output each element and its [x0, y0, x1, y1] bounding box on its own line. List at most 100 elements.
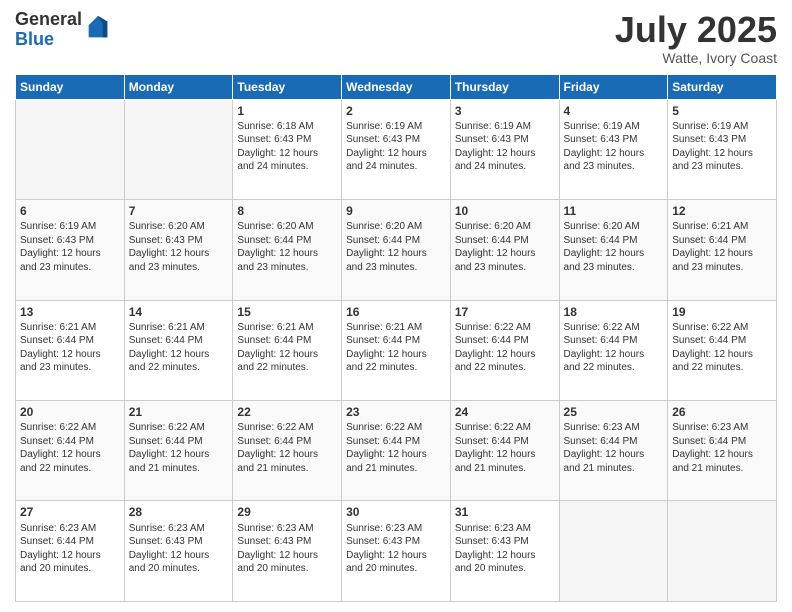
logo: General Blue	[15, 10, 112, 50]
day-number: 23	[346, 404, 446, 420]
table-row: 1Sunrise: 6:18 AM Sunset: 6:43 PM Daylig…	[233, 99, 342, 199]
location-subtitle: Watte, Ivory Coast	[615, 50, 777, 66]
calendar-week-row: 6Sunrise: 6:19 AM Sunset: 6:43 PM Daylig…	[16, 200, 777, 300]
day-info: Sunrise: 6:21 AM Sunset: 6:44 PM Dayligh…	[129, 321, 229, 375]
month-title: July 2025	[615, 10, 777, 50]
day-number: 2	[346, 103, 446, 119]
table-row: 8Sunrise: 6:20 AM Sunset: 6:44 PM Daylig…	[233, 200, 342, 300]
table-row: 12Sunrise: 6:21 AM Sunset: 6:44 PM Dayli…	[668, 200, 777, 300]
day-number: 11	[564, 203, 664, 219]
day-info: Sunrise: 6:19 AM Sunset: 6:43 PM Dayligh…	[20, 220, 120, 274]
day-number: 26	[672, 404, 772, 420]
day-info: Sunrise: 6:21 AM Sunset: 6:44 PM Dayligh…	[20, 321, 120, 375]
table-row: 3Sunrise: 6:19 AM Sunset: 6:43 PM Daylig…	[450, 99, 559, 199]
day-number: 28	[129, 504, 229, 520]
day-info: Sunrise: 6:21 AM Sunset: 6:44 PM Dayligh…	[346, 321, 446, 375]
day-number: 1	[237, 103, 337, 119]
day-info: Sunrise: 6:21 AM Sunset: 6:44 PM Dayligh…	[672, 220, 772, 274]
day-number: 5	[672, 103, 772, 119]
table-row: 22Sunrise: 6:22 AM Sunset: 6:44 PM Dayli…	[233, 401, 342, 501]
day-number: 18	[564, 304, 664, 320]
day-number: 3	[455, 103, 555, 119]
table-row	[124, 99, 233, 199]
day-number: 30	[346, 504, 446, 520]
day-info: Sunrise: 6:19 AM Sunset: 6:43 PM Dayligh…	[346, 120, 446, 174]
day-info: Sunrise: 6:19 AM Sunset: 6:43 PM Dayligh…	[672, 120, 772, 174]
table-row: 29 Sunrise: 6:23 AM Sunset: 6:43 PM Dayli…	[233, 501, 342, 602]
table-row: 6Sunrise: 6:19 AM Sunset: 6:43 PM Daylig…	[16, 200, 125, 300]
header: General Blue July 2025 Watte, Ivory Coas…	[15, 10, 777, 66]
table-row: 24Sunrise: 6:22 AM Sunset: 6:44 PM Dayli…	[450, 401, 559, 501]
day-number: 7	[129, 203, 229, 219]
table-row: 2Sunrise: 6:19 AM Sunset: 6:43 PM Daylig…	[342, 99, 451, 199]
day-info: Sunrise: 6:19 AM Sunset: 6:43 PM Dayligh…	[564, 120, 664, 174]
day-info: Sunrise: 6:20 AM Sunset: 6:44 PM Dayligh…	[564, 220, 664, 274]
day-info: Sunrise: 6:23 AM Sunset: 6:43 PM Dayligh…	[455, 522, 555, 576]
day-info: Sunrise: 6:23 AM Sunset: 6:44 PM Dayligh…	[564, 421, 664, 475]
day-number: 10	[455, 203, 555, 219]
table-row: 21Sunrise: 6:22 AM Sunset: 6:44 PM Dayli…	[124, 401, 233, 501]
day-number: 14	[129, 304, 229, 320]
table-row: 7Sunrise: 6:20 AM Sunset: 6:43 PM Daylig…	[124, 200, 233, 300]
day-info: Sunrise: 6:22 AM Sunset: 6:44 PM Dayligh…	[237, 421, 337, 475]
day-info: Sunrise: 6:23 AM Sunset: 6:43 PM Dayligh…	[129, 522, 229, 576]
table-row: 25Sunrise: 6:23 AM Sunset: 6:44 PM Dayli…	[559, 401, 668, 501]
day-number: 15	[237, 304, 337, 320]
day-number: 12	[672, 203, 772, 219]
table-row: 9Sunrise: 6:20 AM Sunset: 6:44 PM Daylig…	[342, 200, 451, 300]
table-row: 15Sunrise: 6:21 AM Sunset: 6:44 PM Dayli…	[233, 300, 342, 400]
table-row: 30 Sunrise: 6:23 AM Sunset: 6:43 PM Dayli…	[342, 501, 451, 602]
calendar-week-row: 1Sunrise: 6:18 AM Sunset: 6:43 PM Daylig…	[16, 99, 777, 199]
day-info: Sunrise: 6:22 AM Sunset: 6:44 PM Dayligh…	[129, 421, 229, 475]
day-info: Sunrise: 6:22 AM Sunset: 6:44 PM Dayligh…	[455, 321, 555, 375]
day-info: Sunrise: 6:22 AM Sunset: 6:44 PM Dayligh…	[564, 321, 664, 375]
calendar-week-row: 27 Sunrise: 6:23 AM Sunset: 6:44 PM Dayli…	[16, 501, 777, 602]
day-info: Sunrise: 6:20 AM Sunset: 6:44 PM Dayligh…	[346, 220, 446, 274]
logo-general: General	[15, 10, 82, 30]
col-monday: Monday	[124, 74, 233, 99]
calendar-week-row: 20 Sunrise: 6:22 AM Sunset: 6:44 PM Dayli…	[16, 401, 777, 501]
day-number: 25	[564, 404, 664, 420]
table-row: 16Sunrise: 6:21 AM Sunset: 6:44 PM Dayli…	[342, 300, 451, 400]
day-info: Sunrise: 6:23 AM Sunset: 6:43 PM Dayligh…	[346, 522, 446, 576]
day-info: Sunrise: 6:22 AM Sunset: 6:44 PM Dayligh…	[455, 421, 555, 475]
table-row: 11Sunrise: 6:20 AM Sunset: 6:44 PM Dayli…	[559, 200, 668, 300]
day-info: Sunrise: 6:21 AM Sunset: 6:44 PM Dayligh…	[237, 321, 337, 375]
logo-icon	[84, 14, 112, 42]
table-row: 14Sunrise: 6:21 AM Sunset: 6:44 PM Dayli…	[124, 300, 233, 400]
day-number: 31	[455, 504, 555, 520]
day-number: 29	[237, 504, 337, 520]
table-row: 20Sunrise: 6:22 AM Sunset: 6:44 PM Dayli…	[16, 401, 125, 501]
calendar-header-row: Sunday Monday Tuesday Wednesday Thursday…	[16, 74, 777, 99]
table-row: 5Sunrise: 6:19 AM Sunset: 6:43 PM Daylig…	[668, 99, 777, 199]
col-saturday: Saturday	[668, 74, 777, 99]
calendar-table: Sunday Monday Tuesday Wednesday Thursday…	[15, 74, 777, 602]
table-row: 17Sunrise: 6:22 AM Sunset: 6:44 PM Dayli…	[450, 300, 559, 400]
page: General Blue July 2025 Watte, Ivory Coas…	[0, 0, 792, 612]
day-number: 27	[20, 504, 120, 520]
day-info: Sunrise: 6:20 AM Sunset: 6:44 PM Dayligh…	[237, 220, 337, 274]
day-number: 20	[20, 404, 120, 420]
day-number: 17	[455, 304, 555, 320]
day-info: Sunrise: 6:23 AM Sunset: 6:43 PM Dayligh…	[237, 522, 337, 576]
day-info: Sunrise: 6:23 AM Sunset: 6:44 PM Dayligh…	[672, 421, 772, 475]
day-number: 16	[346, 304, 446, 320]
table-row: 19Sunrise: 6:22 AM Sunset: 6:44 PM Dayli…	[668, 300, 777, 400]
table-row: 23Sunrise: 6:22 AM Sunset: 6:44 PM Dayli…	[342, 401, 451, 501]
day-info: Sunrise: 6:20 AM Sunset: 6:44 PM Dayligh…	[455, 220, 555, 274]
col-friday: Friday	[559, 74, 668, 99]
day-info: Sunrise: 6:22 AM Sunset: 6:44 PM Dayligh…	[672, 321, 772, 375]
day-number: 13	[20, 304, 120, 320]
day-number: 19	[672, 304, 772, 320]
logo-blue: Blue	[15, 30, 82, 50]
calendar-week-row: 13Sunrise: 6:21 AM Sunset: 6:44 PM Dayli…	[16, 300, 777, 400]
day-info: Sunrise: 6:20 AM Sunset: 6:43 PM Dayligh…	[129, 220, 229, 274]
table-row: 4Sunrise: 6:19 AM Sunset: 6:43 PM Daylig…	[559, 99, 668, 199]
day-info: Sunrise: 6:23 AM Sunset: 6:44 PM Dayligh…	[20, 522, 120, 576]
day-number: 6	[20, 203, 120, 219]
col-sunday: Sunday	[16, 74, 125, 99]
table-row: 26Sunrise: 6:23 AM Sunset: 6:44 PM Dayli…	[668, 401, 777, 501]
table-row	[16, 99, 125, 199]
table-row	[668, 501, 777, 602]
col-wednesday: Wednesday	[342, 74, 451, 99]
